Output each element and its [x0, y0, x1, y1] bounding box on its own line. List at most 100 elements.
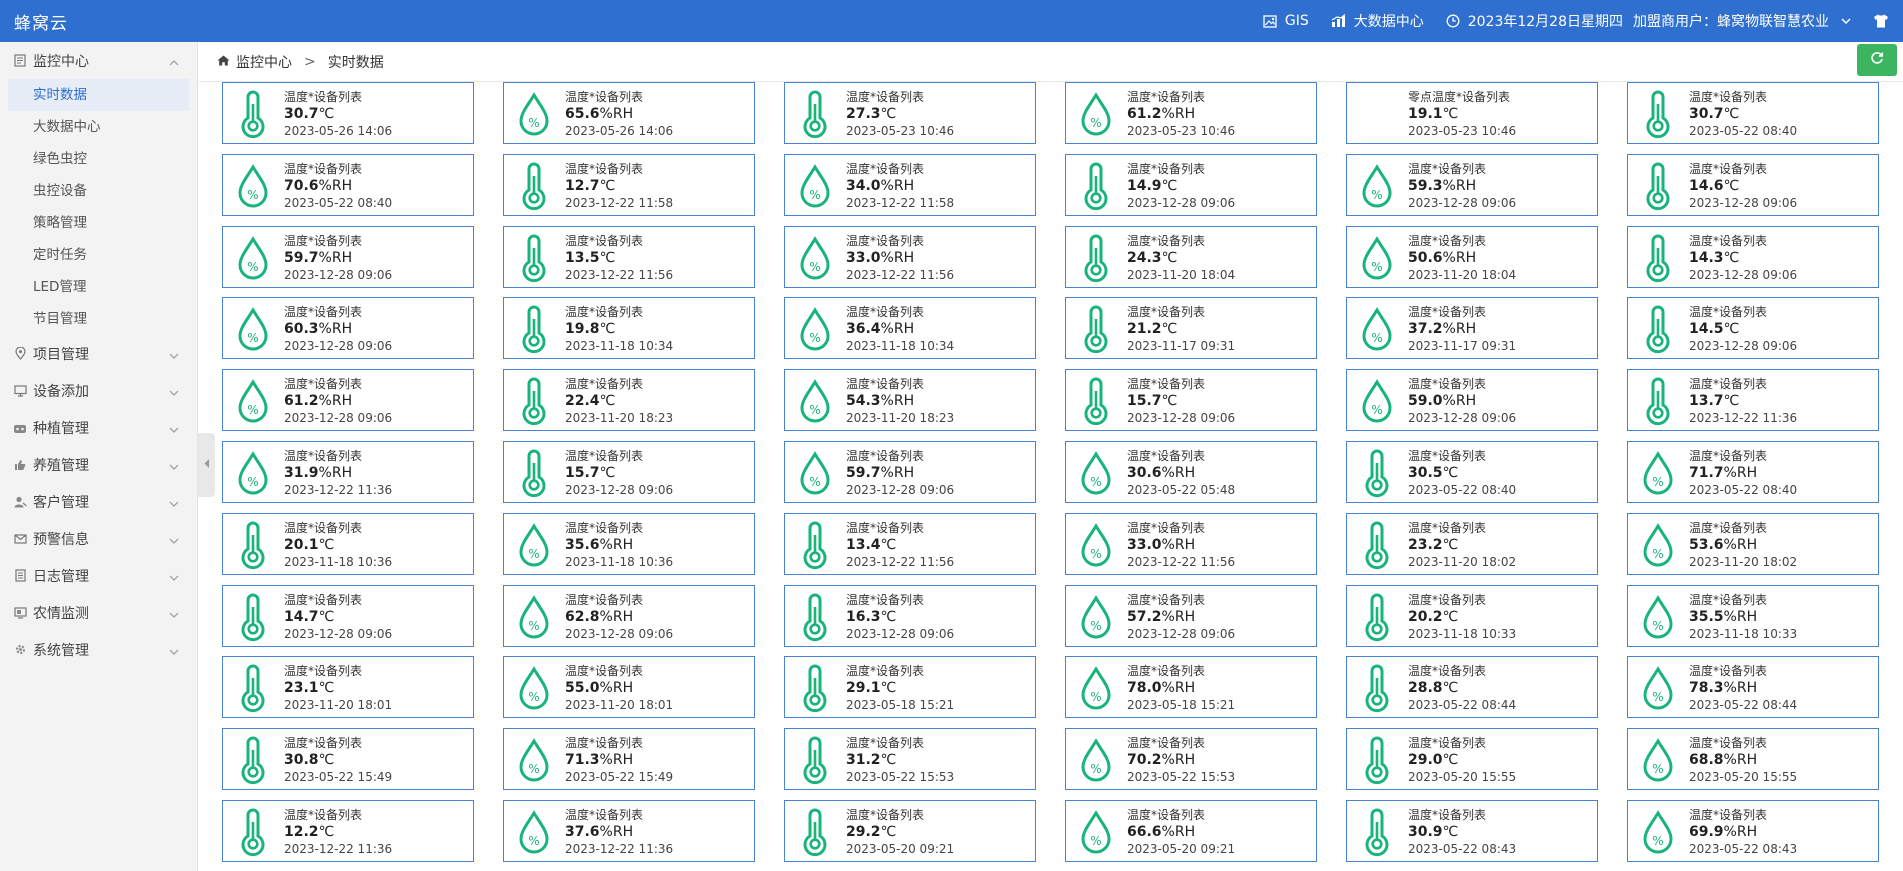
sensor-card[interactable]: 温度*设备列表 23.2℃ 2023-11-20 18:02 [1346, 513, 1598, 575]
sensor-name: 温度*设备列表 [1689, 808, 1768, 822]
home-icon[interactable] [217, 54, 230, 70]
sensor-name: 温度*设备列表 [1689, 162, 1768, 176]
sidebar-item-bigdata[interactable]: 大数据中心 [0, 111, 197, 143]
sensor-card[interactable]: 温度*设备列表 29.1℃ 2023-05-18 15:21 [784, 656, 1036, 718]
sensor-card[interactable]: 温度*设备列表 31.2℃ 2023-05-22 15:53 [784, 728, 1036, 790]
sensor-card[interactable]: 温度*设备列表 13.4℃ 2023-12-22 11:56 [784, 513, 1036, 575]
sensor-card[interactable]: 温度*设备列表 14.3℃ 2023-12-28 09:06 [1627, 226, 1879, 288]
sensor-card[interactable]: 温度*设备列表 12.2℃ 2023-12-22 11:36 [222, 800, 474, 862]
user-menu[interactable]: 加盟商用户：蜂窝物联智慧农业 [1633, 11, 1889, 31]
menu-system[interactable]: 系统管理 [0, 631, 197, 668]
breadcrumb-home[interactable]: 监控中心 [236, 52, 292, 72]
sensor-card[interactable]: 温度*设备列表 16.3℃ 2023-12-28 09:06 [784, 585, 1036, 647]
sensor-card[interactable]: % 温度*设备列表 59.7%RH 2023-12-28 09:06 [222, 226, 474, 288]
sensor-card[interactable]: 温度*设备列表 15.7℃ 2023-12-28 09:06 [1065, 369, 1317, 431]
sensor-card[interactable]: % 温度*设备列表 65.6%RH 2023-05-26 14:06 [503, 82, 755, 144]
sensor-card[interactable]: 温度*设备列表 30.7℃ 2023-05-26 14:06 [222, 82, 474, 144]
sidebar-item-strategy[interactable]: 策略管理 [0, 207, 197, 239]
sensor-card[interactable]: % 温度*设备列表 70.2%RH 2023-05-22 15:53 [1065, 728, 1317, 790]
sensor-card[interactable]: 温度*设备列表 22.4℃ 2023-11-20 18:23 [503, 369, 755, 431]
sensor-card[interactable]: % 温度*设备列表 59.3%RH 2023-12-28 09:06 [1346, 154, 1598, 216]
sensor-value-number: 55.0 [565, 680, 600, 696]
sensor-card[interactable]: 温度*设备列表 30.9℃ 2023-05-22 08:43 [1346, 800, 1598, 862]
sensor-card[interactable]: % 温度*设备列表 33.0%RH 2023-12-22 11:56 [1065, 513, 1317, 575]
sensor-timestamp: 2023-11-18 10:33 [1689, 627, 1798, 641]
sensor-card[interactable]: % 温度*设备列表 35.6%RH 2023-11-18 10:36 [503, 513, 755, 575]
sensor-card[interactable]: % 温度*设备列表 59.7%RH 2023-12-28 09:06 [784, 441, 1036, 503]
sensor-card[interactable]: % 温度*设备列表 71.7%RH 2023-05-22 08:40 [1627, 441, 1879, 503]
sensor-card[interactable]: 温度*设备列表 20.2℃ 2023-11-18 10:33 [1346, 585, 1598, 647]
sensor-card[interactable]: % 温度*设备列表 68.8%RH 2023-05-20 15:55 [1627, 728, 1879, 790]
sensor-card[interactable]: % 温度*设备列表 50.6%RH 2023-11-20 18:04 [1346, 226, 1598, 288]
menu-device-add[interactable]: 设备添加 [0, 372, 197, 409]
sensor-card[interactable]: % 温度*设备列表 59.0%RH 2023-12-28 09:06 [1346, 369, 1598, 431]
sensor-card[interactable]: % 温度*设备列表 60.3%RH 2023-12-28 09:06 [222, 297, 474, 359]
sensor-card[interactable]: 温度*设备列表 20.1℃ 2023-11-18 10:36 [222, 513, 474, 575]
sensor-card[interactable]: % 温度*设备列表 33.0%RH 2023-12-22 11:56 [784, 226, 1036, 288]
menu-customer[interactable]: 客户管理 [0, 483, 197, 520]
sensor-card[interactable]: % 温度*设备列表 55.0%RH 2023-11-20 18:01 [503, 656, 755, 718]
sensor-card[interactable]: 温度*设备列表 13.7℃ 2023-12-22 11:36 [1627, 369, 1879, 431]
sensor-card[interactable]: 温度*设备列表 14.6℃ 2023-12-28 09:06 [1627, 154, 1879, 216]
sensor-card[interactable]: % 温度*设备列表 35.5%RH 2023-11-18 10:33 [1627, 585, 1879, 647]
menu-planting[interactable]: 种植管理 [0, 409, 197, 446]
sensor-card[interactable]: % 温度*设备列表 70.6%RH 2023-05-22 08:40 [222, 154, 474, 216]
sensor-card[interactable]: 温度*设备列表 14.5℃ 2023-12-28 09:06 [1627, 297, 1879, 359]
shirt-icon[interactable] [1873, 14, 1889, 28]
menu-project[interactable]: 项目管理 [0, 335, 197, 372]
sensor-card[interactable]: % 温度*设备列表 31.9%RH 2023-12-22 11:36 [222, 441, 474, 503]
sidebar-item-realtime[interactable]: 实时数据 [8, 79, 189, 111]
sensor-card[interactable]: % 温度*设备列表 34.0%RH 2023-12-22 11:58 [784, 154, 1036, 216]
sensor-card[interactable]: 温度*设备列表 27.3℃ 2023-05-23 10:46 [784, 82, 1036, 144]
sensor-card[interactable]: 温度*设备列表 14.9℃ 2023-12-28 09:06 [1065, 154, 1317, 216]
sidebar-item-led[interactable]: LED管理 [0, 271, 197, 303]
sensor-card[interactable]: 温度*设备列表 19.8℃ 2023-11-18 10:34 [503, 297, 755, 359]
menu-breeding[interactable]: 养殖管理 [0, 446, 197, 483]
sensor-card[interactable]: % 温度*设备列表 30.6%RH 2023-05-22 05:48 [1065, 441, 1317, 503]
sensor-card[interactable]: 温度*设备列表 21.2℃ 2023-11-17 09:31 [1065, 297, 1317, 359]
sensor-card[interactable]: % 温度*设备列表 36.4%RH 2023-11-18 10:34 [784, 297, 1036, 359]
sensor-card[interactable]: 温度*设备列表 12.7℃ 2023-12-22 11:58 [503, 154, 755, 216]
sidebar-item-program[interactable]: 节目管理 [0, 303, 197, 335]
gis-link[interactable]: GIS [1263, 13, 1309, 29]
sensor-card[interactable]: 温度*设备列表 29.0℃ 2023-05-20 15:55 [1346, 728, 1598, 790]
sidebar-item-pest-device[interactable]: 虫控设备 [0, 175, 197, 207]
sensor-card[interactable]: % 温度*设备列表 54.3%RH 2023-11-20 18:23 [784, 369, 1036, 431]
menu-log[interactable]: 日志管理 [0, 557, 197, 594]
sensor-card[interactable]: 零点温度*设备列表 19.1℃ 2023-05-23 10:46 [1346, 82, 1598, 144]
menu-alert[interactable]: 预警信息 [0, 520, 197, 557]
sensor-card[interactable]: % 温度*设备列表 57.2%RH 2023-12-28 09:06 [1065, 585, 1317, 647]
sidebar-item-green-pest[interactable]: 绿色虫控 [0, 143, 197, 175]
sensor-card[interactable]: % 温度*设备列表 69.9%RH 2023-05-22 08:43 [1627, 800, 1879, 862]
sensor-card[interactable]: 温度*设备列表 29.2℃ 2023-05-20 09:21 [784, 800, 1036, 862]
sensor-card[interactable]: % 温度*设备列表 53.6%RH 2023-11-20 18:02 [1627, 513, 1879, 575]
sensor-card[interactable]: % 温度*设备列表 37.2%RH 2023-11-17 09:31 [1346, 297, 1598, 359]
sensor-card[interactable]: % 温度*设备列表 78.3%RH 2023-05-22 08:44 [1627, 656, 1879, 718]
sensor-card[interactable]: 温度*设备列表 15.7℃ 2023-12-28 09:06 [503, 441, 755, 503]
sensor-value-unit: ℃ [1442, 537, 1459, 553]
sensor-value: 33.0%RH [1127, 537, 1235, 554]
sidebar-collapse-toggle[interactable] [198, 433, 215, 497]
sensor-card[interactable]: % 温度*设备列表 78.0%RH 2023-05-18 15:21 [1065, 656, 1317, 718]
sensor-card[interactable]: 温度*设备列表 30.5℃ 2023-05-22 08:40 [1346, 441, 1598, 503]
sensor-card[interactable]: % 温度*设备列表 37.6%RH 2023-12-22 11:36 [503, 800, 755, 862]
sensor-card[interactable]: 温度*设备列表 28.8℃ 2023-05-22 08:44 [1346, 656, 1598, 718]
sensor-card[interactable]: 温度*设备列表 13.5℃ 2023-12-22 11:56 [503, 226, 755, 288]
menu-farm-monitor[interactable]: 农情监测 [0, 594, 197, 631]
sensor-card[interactable]: 温度*设备列表 24.3℃ 2023-11-20 18:04 [1065, 226, 1317, 288]
sensor-card[interactable]: % 温度*设备列表 66.6%RH 2023-05-20 09:21 [1065, 800, 1317, 862]
sensor-name: 温度*设备列表 [1408, 808, 1487, 822]
sensor-card[interactable]: % 温度*设备列表 61.2%RH 2023-05-23 10:46 [1065, 82, 1317, 144]
sensor-card[interactable]: 温度*设备列表 23.1℃ 2023-11-20 18:01 [222, 656, 474, 718]
menu-monitor[interactable]: 监控中心 [0, 42, 197, 79]
sensor-card[interactable]: % 温度*设备列表 71.3%RH 2023-05-22 15:49 [503, 728, 755, 790]
sidebar-item-timer[interactable]: 定时任务 [0, 239, 197, 271]
sensor-card[interactable]: % 温度*设备列表 62.8%RH 2023-12-28 09:06 [503, 585, 755, 647]
sensor-card[interactable]: 温度*设备列表 14.7℃ 2023-12-28 09:06 [222, 585, 474, 647]
refresh-button[interactable] [1857, 44, 1897, 76]
sensor-card-text: 温度*设备列表 62.8%RH 2023-12-28 09:06 [565, 592, 673, 643]
sensor-card[interactable]: % 温度*设备列表 61.2%RH 2023-12-28 09:06 [222, 369, 474, 431]
sensor-card[interactable]: 温度*设备列表 30.7℃ 2023-05-22 08:40 [1627, 82, 1879, 144]
bigdata-link[interactable]: 大数据中心 [1331, 11, 1424, 31]
sensor-card[interactable]: 温度*设备列表 30.8℃ 2023-05-22 15:49 [222, 728, 474, 790]
